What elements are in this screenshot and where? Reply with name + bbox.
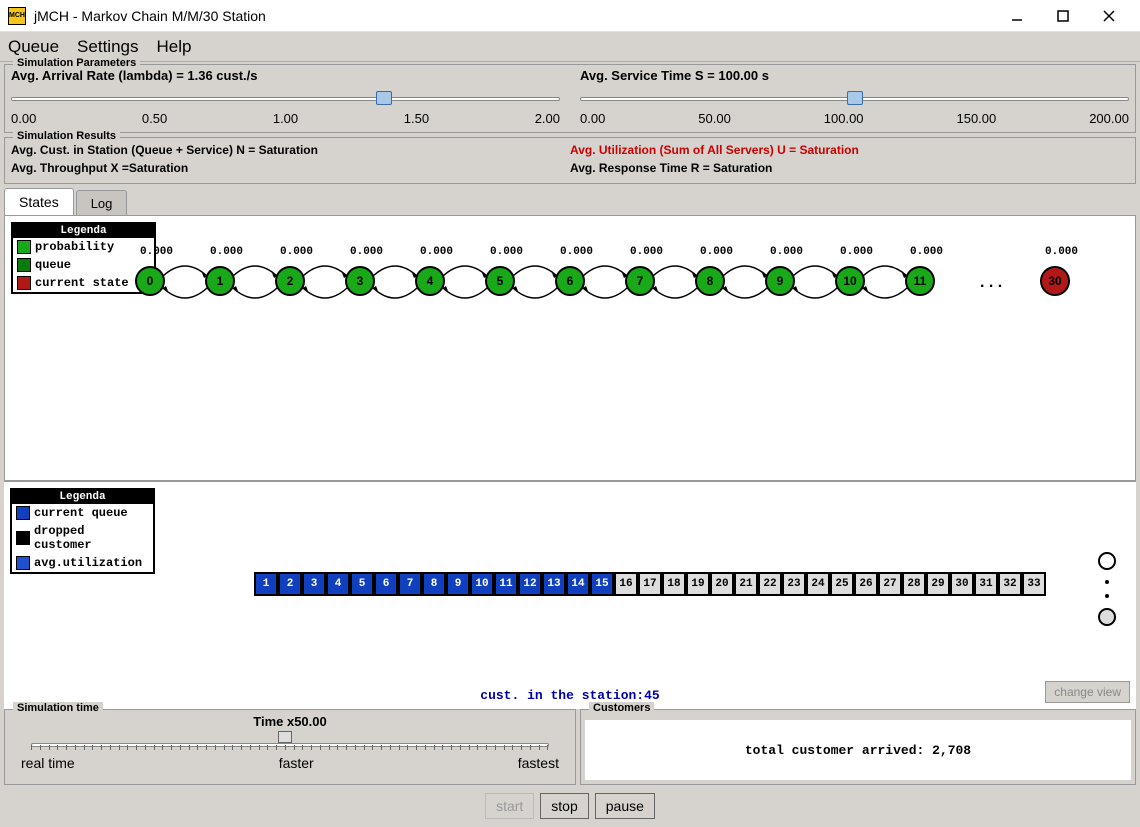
queue-slot: 20 <box>710 572 734 596</box>
tab-states[interactable]: States <box>4 188 74 215</box>
change-view-button[interactable]: change view <box>1045 681 1130 703</box>
queue-slot: 27 <box>878 572 902 596</box>
service-label: Avg. Service Time S = 100.00 s <box>580 68 1129 83</box>
chain-diagram: 0.00000.00010.00020.00030.00040.00050.00… <box>135 246 1125 366</box>
states-panel: Legenda probabilityqueuecurrent state 0.… <box>4 215 1136 481</box>
server-circle-icon <box>1098 552 1116 570</box>
queue-slot: 21 <box>734 572 758 596</box>
queue-slot: 4 <box>326 572 350 596</box>
service-thumb[interactable] <box>847 91 863 105</box>
queue-slot: 11 <box>494 572 518 596</box>
cust-in-station: cust. in the station:45 <box>480 688 659 703</box>
window-title: jMCH - Markov Chain M/M/30 Station <box>34 8 994 24</box>
queue-slot: 9 <box>446 572 470 596</box>
maximize-button[interactable] <box>1040 0 1086 32</box>
queue-slot: 33 <box>1022 572 1046 596</box>
queue-panel: Legenda current queuedropped customeravg… <box>4 481 1136 709</box>
time-thumb[interactable] <box>278 731 292 743</box>
server-circle-icon <box>1098 608 1116 626</box>
lambda-label: Avg. Arrival Rate (lambda) = 1.36 cust./… <box>11 68 560 83</box>
result-x: Avg. Throughput X =Saturation <box>11 159 570 177</box>
queue-slot: 29 <box>926 572 950 596</box>
simulation-results: Simulation Results Avg. Cust. in Station… <box>4 137 1136 184</box>
queue-slot: 22 <box>758 572 782 596</box>
legend-queue: Legenda current queuedropped customeravg… <box>10 488 155 574</box>
queue-slot: 2 <box>278 572 302 596</box>
result-u: Avg. Utilization (Sum of All Servers) U … <box>570 141 1129 159</box>
time-multiplier: Time x50.00 <box>13 714 567 729</box>
menu-settings[interactable]: Settings <box>77 37 138 57</box>
menu-help[interactable]: Help <box>156 37 191 57</box>
queue-slot: 10 <box>470 572 494 596</box>
queue-slot: 32 <box>998 572 1022 596</box>
customers-panel: Customers total customer arrived: 2,708 <box>580 709 1136 785</box>
service-slider[interactable] <box>580 89 1129 107</box>
queue-slot: 5 <box>350 572 374 596</box>
queue-slot: 7 <box>398 572 422 596</box>
queue-slot: 3 <box>302 572 326 596</box>
result-r: Avg. Response Time R = Saturation <box>570 159 1129 177</box>
start-button[interactable]: start <box>485 793 534 819</box>
queue-slot: 17 <box>638 572 662 596</box>
simulation-time: Simulation time Time x50.00 real time fa… <box>4 709 576 785</box>
queue-slot: 31 <box>974 572 998 596</box>
simulation-parameters: Simulation Parameters Avg. Arrival Rate … <box>4 64 1136 133</box>
queue-slot: 25 <box>830 572 854 596</box>
queue-slot: 12 <box>518 572 542 596</box>
queue-slot: 8 <box>422 572 446 596</box>
tab-log[interactable]: Log <box>76 190 128 217</box>
queue-slot: 24 <box>806 572 830 596</box>
queue-slot: 13 <box>542 572 566 596</box>
queue-slot: 28 <box>902 572 926 596</box>
results-legend: Simulation Results <box>13 130 120 142</box>
state-node-final: 30 <box>1040 266 1070 296</box>
queue-slot: 6 <box>374 572 398 596</box>
titlebar: MCH jMCH - Markov Chain M/M/30 Station <box>0 0 1140 32</box>
queue-slot: 23 <box>782 572 806 596</box>
stop-button[interactable]: stop <box>540 793 588 819</box>
tabs: States Log <box>4 188 1136 215</box>
lambda-thumb[interactable] <box>376 91 392 105</box>
queue-slot: 26 <box>854 572 878 596</box>
menubar: Queue Settings Help <box>0 32 1140 62</box>
pause-button[interactable]: pause <box>595 793 655 819</box>
minimize-button[interactable] <box>994 0 1040 32</box>
queue-slot: 15 <box>590 572 614 596</box>
queue-slot: 1 <box>254 572 278 596</box>
state-node-11: 11 <box>905 266 935 296</box>
lambda-slider[interactable] <box>11 89 560 107</box>
total-customers: total customer arrived: 2,708 <box>585 720 1131 780</box>
server-icons <box>1098 552 1116 626</box>
time-slider[interactable] <box>31 731 549 753</box>
queue-slot: 19 <box>686 572 710 596</box>
queue-slot: 14 <box>566 572 590 596</box>
queue-slot: 18 <box>662 572 686 596</box>
queue-slot: 16 <box>614 572 638 596</box>
queue-boxes: 3332313029282726252423222120191817161514… <box>254 572 1046 596</box>
close-button[interactable] <box>1086 0 1132 32</box>
queue-slot: 30 <box>950 572 974 596</box>
app-icon: MCH <box>8 7 26 25</box>
params-legend: Simulation Parameters <box>13 57 140 69</box>
result-n: Avg. Cust. in Station (Queue + Service) … <box>11 141 570 159</box>
menu-queue[interactable]: Queue <box>8 37 59 57</box>
